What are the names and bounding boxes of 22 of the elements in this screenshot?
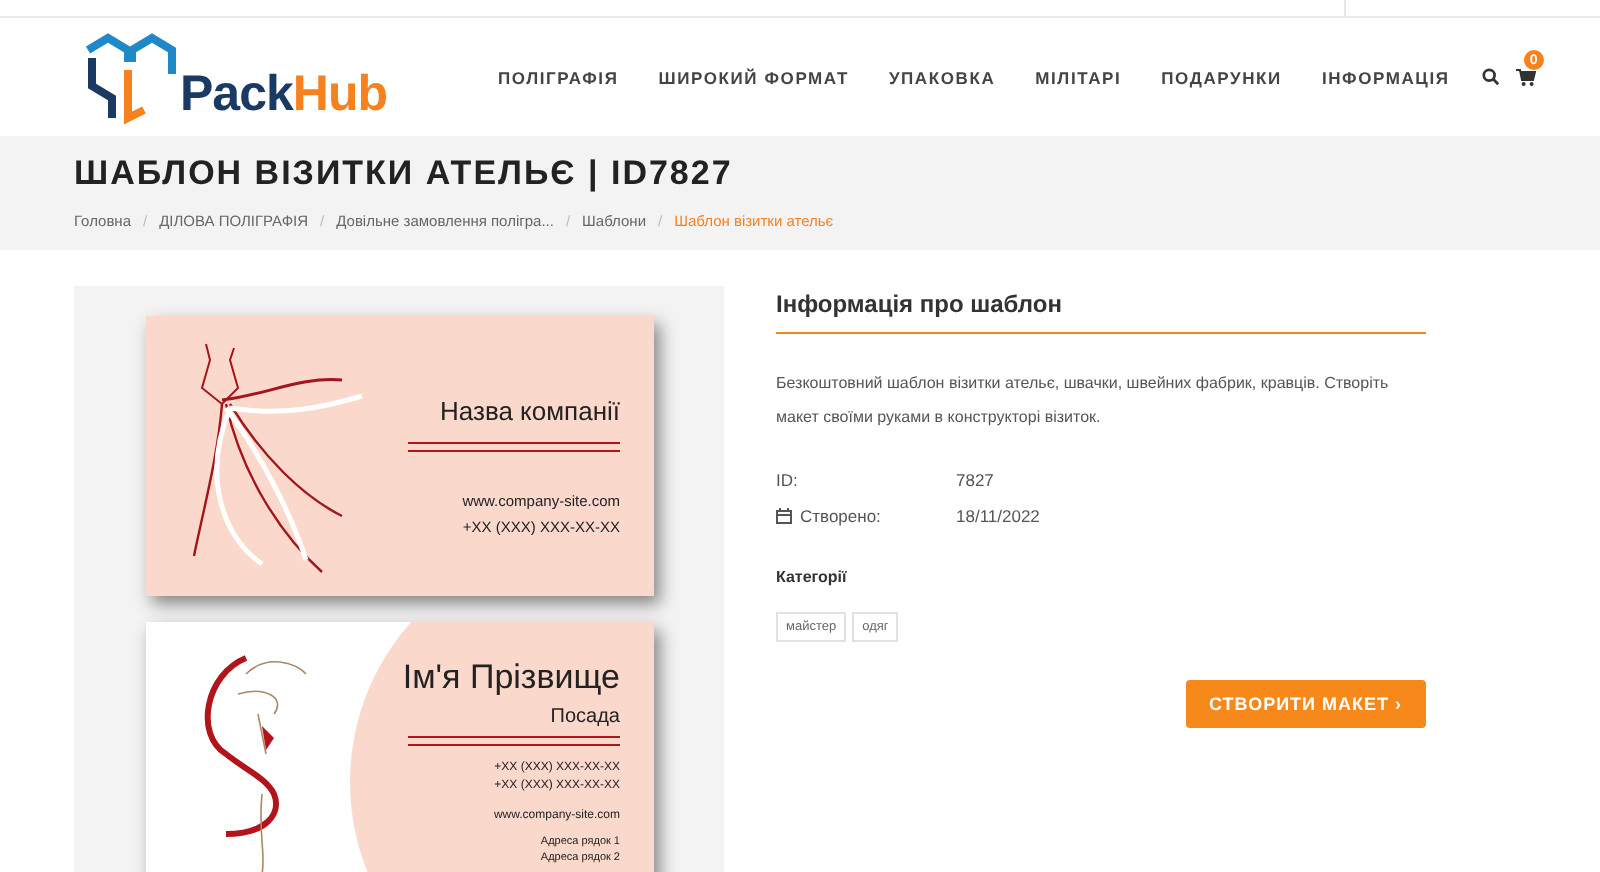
info-heading: Інформація про шаблон [776,290,1426,334]
detail-label: ID: [776,470,798,490]
company-name: Назва компанії [440,396,620,426]
calendar-icon [776,508,792,524]
categories-label: Категорії [776,568,849,586]
nav-link[interactable]: ПОЛІГРАФІЯ [498,67,619,87]
nav-link[interactable]: УПАКОВКА [888,67,996,87]
logo-text: PackHub [180,70,387,120]
page-title: ШАБЛОН ВІЗИТКИ АТЕЛЬЄ | ID7827 [74,154,735,194]
cart-icon[interactable] [1515,68,1536,86]
nav-link[interactable]: МІЛІТАРІ [1035,67,1122,87]
nav-link[interactable]: ПОДАРУНКИ [1161,67,1282,87]
nav-link[interactable]: ШИРОКИЙ ФОРМАТ [658,67,849,87]
person-name: Ім'я Прізвище [402,658,620,698]
detail-value: 18/11/2022 [956,506,1040,526]
search-icon[interactable] [1481,68,1500,86]
description: Безкоштовний шаблон візитки ательє, швачки, швейних фабрик, кравців. Створіть макет своїми руками в конструкторі візиток. [776,372,1391,430]
detail-value: 7827 [956,470,994,490]
nav-link[interactable]: ІНФОРМАЦІЯ [1321,67,1450,87]
detail-label: Створено: [800,506,881,526]
logo-icon [84,30,176,124]
job-title: Посада [550,706,620,728]
